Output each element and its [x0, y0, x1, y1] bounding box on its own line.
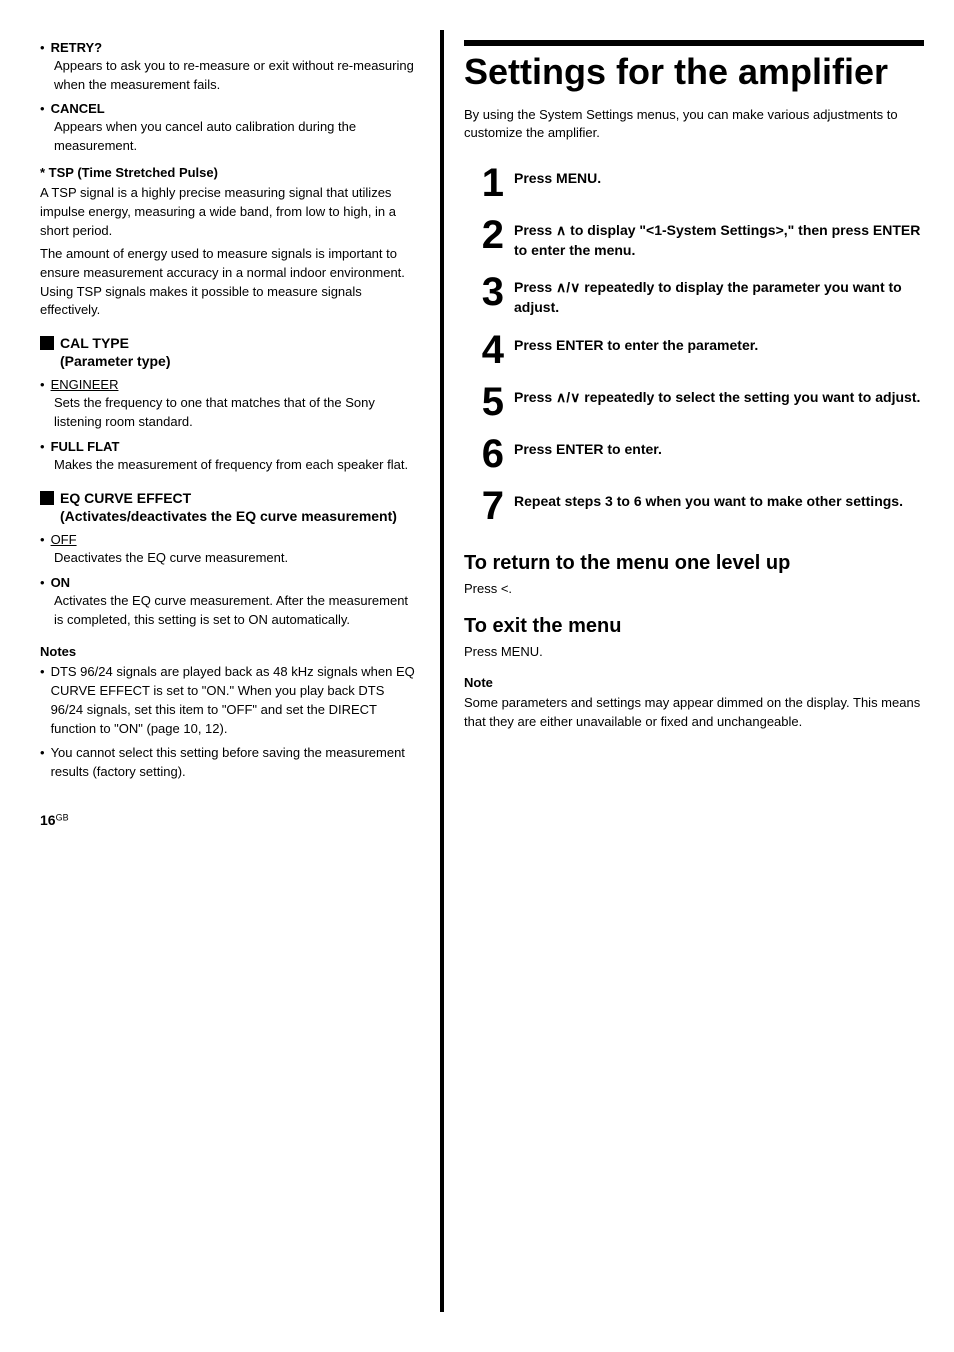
- step-text-4: Press ENTER to enter the parameter.: [514, 330, 924, 356]
- full-flat-label: FULL FLAT: [51, 439, 120, 454]
- tsp-section: * TSP (Time Stretched Pulse) A TSP signa…: [40, 165, 420, 320]
- engineer-label: ENGINEER: [51, 377, 119, 392]
- page-suffix: GB: [56, 813, 69, 823]
- notes-list: • DTS 96/24 signals are played back as 4…: [40, 663, 420, 782]
- right-column: Settings for the amplifier By using the …: [440, 30, 954, 1312]
- page-number: 16GB: [40, 812, 420, 828]
- retry-label: RETRY?: [51, 40, 103, 55]
- note-title: Note: [464, 675, 924, 690]
- note-item-1: • DTS 96/24 signals are played back as 4…: [40, 663, 420, 738]
- bullet-dot-cancel: •: [40, 101, 45, 116]
- cal-type-section: CAL TYPE (Parameter type) • ENGINEER Set…: [40, 334, 420, 475]
- cal-type-main-title: CAL TYPE: [60, 335, 129, 351]
- return-section: To return to the menu one level up Press…: [464, 550, 924, 599]
- note-text-1: DTS 96/24 signals are played back as 48 …: [51, 663, 420, 738]
- eq-curve-subtitle: (Activates/deactivates the EQ curve meas…: [60, 508, 397, 524]
- exit-section: To exit the menu Press MENU.: [464, 613, 924, 662]
- step-number-7: 7: [464, 486, 504, 526]
- note-section: Note Some parameters and settings may ap…: [464, 675, 924, 732]
- cancel-label: CANCEL: [51, 101, 105, 116]
- bullet-dot-retry: •: [40, 40, 45, 55]
- top-bar-decoration: [464, 40, 924, 46]
- step-number-1: 1: [464, 163, 504, 203]
- cal-type-title: CAL TYPE (Parameter type): [60, 334, 171, 370]
- notes-title: Notes: [40, 644, 420, 659]
- step-3: 3 Press ∧/∨ repeatedly to display the pa…: [464, 272, 924, 317]
- step-4: 4 Press ENTER to enter the parameter.: [464, 330, 924, 370]
- step-text-5: Press ∧/∨ repeatedly to select the setti…: [514, 382, 924, 408]
- exit-title: To exit the menu: [464, 613, 924, 639]
- step-text-3: Press ∧/∨ repeatedly to display the para…: [514, 272, 924, 317]
- step-5: 5 Press ∧/∨ repeatedly to select the set…: [464, 382, 924, 422]
- cancel-item: • CANCEL Appears when you cancel auto ca…: [40, 101, 420, 156]
- cal-type-subtitle: (Parameter type): [60, 353, 171, 369]
- on-item: • ON Activates the EQ curve measurement.…: [40, 575, 420, 630]
- exit-desc: Press MENU.: [464, 643, 924, 662]
- full-flat-desc: Makes the measurement of frequency from …: [54, 456, 420, 475]
- retry-item: • RETRY? Appears to ask you to re-measur…: [40, 40, 420, 95]
- step-text-7: Repeat steps 3 to 6 when you want to mak…: [514, 486, 924, 512]
- engineer-item: • ENGINEER Sets the frequency to one tha…: [40, 377, 420, 432]
- bullet-dot-engineer: •: [40, 377, 45, 392]
- step-6: 6 Press ENTER to enter.: [464, 434, 924, 474]
- eq-curve-square-icon: [40, 491, 54, 505]
- step-1: 1 Press MENU.: [464, 163, 924, 203]
- return-desc: Press <.: [464, 580, 924, 599]
- cancel-desc: Appears when you cancel auto calibration…: [54, 118, 420, 156]
- on-label: ON: [51, 575, 71, 590]
- bullet-dot-on: •: [40, 575, 45, 590]
- bullet-dot-off: •: [40, 532, 45, 547]
- note-text-2: You cannot select this setting before sa…: [51, 744, 420, 782]
- tsp-para1: A TSP signal is a highly precise measuri…: [40, 184, 420, 241]
- full-flat-item: • FULL FLAT Makes the measurement of fre…: [40, 439, 420, 475]
- cal-type-header: CAL TYPE (Parameter type): [40, 334, 420, 370]
- eq-curve-header: EQ CURVE EFFECT (Activates/deactivates t…: [40, 489, 420, 525]
- step-number-6: 6: [464, 434, 504, 474]
- note-dot-1: •: [40, 663, 45, 682]
- cal-type-square-icon: [40, 336, 54, 350]
- step-text-6: Press ENTER to enter.: [514, 434, 924, 460]
- retry-desc: Appears to ask you to re-measure or exit…: [54, 57, 420, 95]
- eq-curve-section: EQ CURVE EFFECT (Activates/deactivates t…: [40, 489, 420, 630]
- on-desc: Activates the EQ curve measurement. Afte…: [54, 592, 420, 630]
- step-number-3: 3: [464, 272, 504, 312]
- engineer-desc: Sets the frequency to one that matches t…: [54, 394, 420, 432]
- note-dot-2: •: [40, 744, 45, 763]
- step-text-2: Press ∧ to display "<1-System Settings>,…: [514, 215, 924, 260]
- notes-section: Notes • DTS 96/24 signals are played bac…: [40, 644, 420, 782]
- intro-text: By using the System Settings menus, you …: [464, 106, 924, 144]
- return-title: To return to the menu one level up: [464, 550, 924, 576]
- step-text-1: Press MENU.: [514, 163, 924, 189]
- left-column: • RETRY? Appears to ask you to re-measur…: [0, 30, 440, 1312]
- note-text: Some parameters and settings may appear …: [464, 694, 924, 732]
- step-number-2: 2: [464, 215, 504, 255]
- off-item: • OFF Deactivates the EQ curve measureme…: [40, 532, 420, 568]
- step-2: 2 Press ∧ to display "<1-System Settings…: [464, 215, 924, 260]
- step-number-5: 5: [464, 382, 504, 422]
- page-title: Settings for the amplifier: [464, 52, 924, 92]
- note-item-2: • You cannot select this setting before …: [40, 744, 420, 782]
- page-num-bold: 16: [40, 812, 56, 828]
- tsp-para2: The amount of energy used to measure sig…: [40, 245, 420, 320]
- eq-curve-main-title: EQ CURVE EFFECT: [60, 490, 191, 506]
- step-number-4: 4: [464, 330, 504, 370]
- off-desc: Deactivates the EQ curve measurement.: [54, 549, 420, 568]
- eq-curve-title: EQ CURVE EFFECT (Activates/deactivates t…: [60, 489, 397, 525]
- off-label: OFF: [51, 532, 77, 547]
- page: • RETRY? Appears to ask you to re-measur…: [0, 0, 954, 1352]
- bullet-dot-fullflat: •: [40, 439, 45, 454]
- tsp-title: * TSP (Time Stretched Pulse): [40, 165, 420, 180]
- step-7: 7 Repeat steps 3 to 6 when you want to m…: [464, 486, 924, 526]
